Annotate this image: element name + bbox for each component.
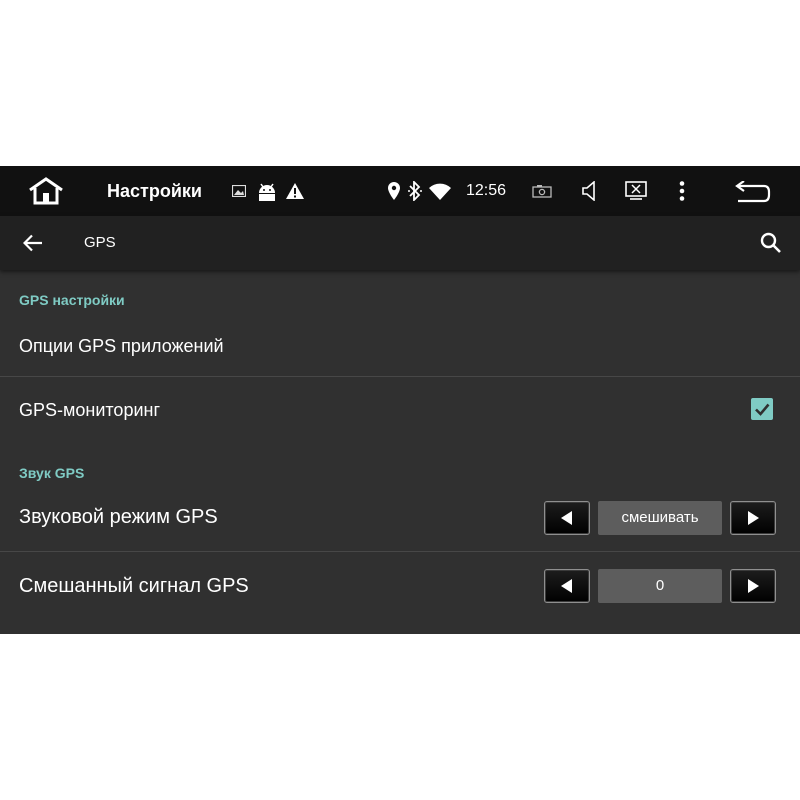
android-screen: Настройки 12:56 GPS GPS настройки Опции …	[0, 166, 800, 634]
gps-monitoring-checkbox[interactable]	[751, 398, 773, 420]
divider	[0, 376, 800, 377]
section-header-gps-sound: Звук GPS	[19, 465, 85, 481]
sound-mode-prev-button[interactable]	[544, 501, 590, 535]
screenshot-icon[interactable]	[530, 181, 554, 201]
more-vert-icon[interactable]	[672, 179, 692, 203]
screen-off-icon[interactable]	[622, 179, 650, 203]
row-gps-monitoring-label[interactable]: GPS-мониторинг	[19, 400, 160, 421]
android-icon	[255, 180, 279, 202]
volume-icon[interactable]	[578, 179, 600, 203]
sound-mode-value: смешивать	[598, 501, 722, 535]
mixed-signal-prev-button[interactable]	[544, 569, 590, 603]
location-icon	[387, 181, 401, 201]
page-title: GPS	[84, 234, 116, 251]
row-gps-sound-mode-label: Звуковой режим GPS	[19, 506, 218, 528]
arrow-right-icon	[748, 511, 759, 525]
arrow-left-icon	[561, 511, 572, 525]
arrow-left-icon	[561, 579, 572, 593]
search-icon[interactable]	[758, 231, 784, 255]
checkmark-icon	[755, 403, 770, 416]
divider	[0, 551, 800, 552]
mixed-signal-value: 0	[598, 569, 722, 603]
status-bar: Настройки 12:56	[0, 166, 800, 216]
warning-icon	[285, 181, 305, 201]
sound-mode-next-button[interactable]	[730, 501, 776, 535]
arrow-back-icon[interactable]	[20, 231, 46, 255]
app-title: Настройки	[107, 181, 202, 201]
wifi-icon	[428, 181, 452, 201]
row-gps-mixed-signal-label: Смешанный сигнал GPS	[19, 575, 249, 597]
clock: 12:56	[466, 182, 507, 199]
settings-list: GPS настройки Опции GPS приложений GPS-м…	[0, 270, 800, 634]
row-gps-app-options[interactable]: Опции GPS приложений	[19, 336, 224, 357]
image-icon	[231, 184, 247, 198]
action-bar: GPS	[0, 216, 800, 270]
mixed-signal-next-button[interactable]	[730, 569, 776, 603]
bluetooth-icon	[406, 180, 424, 202]
home-icon[interactable]	[26, 176, 66, 206]
arrow-right-icon	[748, 579, 759, 593]
section-header-gps-settings: GPS настройки	[19, 292, 125, 308]
back-return-icon[interactable]	[732, 179, 774, 205]
